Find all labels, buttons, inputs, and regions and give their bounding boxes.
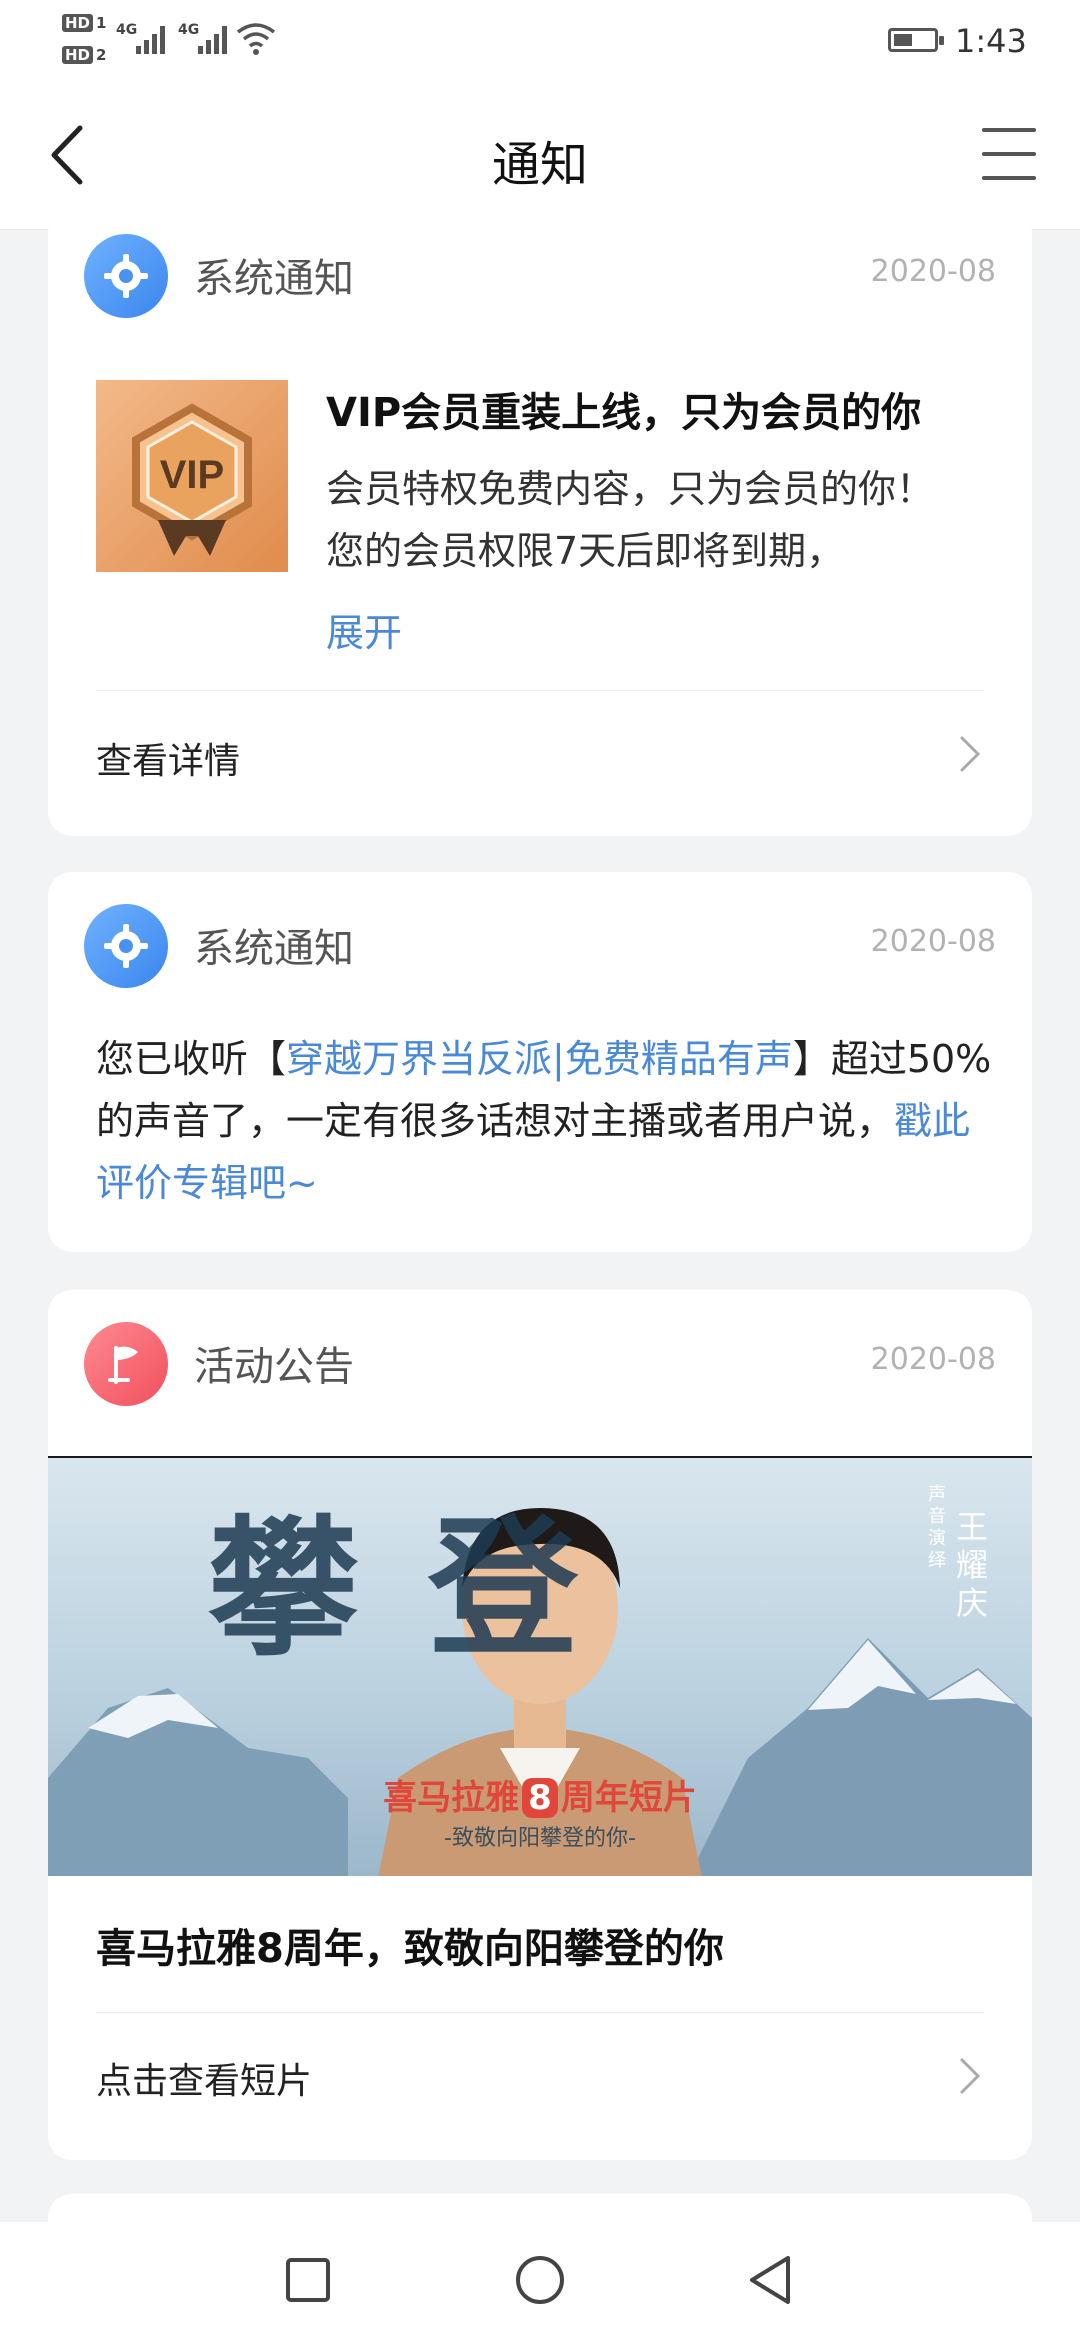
divider <box>96 690 984 691</box>
flag-icon <box>84 1322 168 1406</box>
notification-date: 2020-08 <box>870 924 996 959</box>
notification-title: VIP会员重装上线，只为会员的你 <box>326 390 922 436</box>
card-header: 系统通知 2020-08 <box>84 210 996 318</box>
category-name: 系统通知 <box>194 256 354 302</box>
network-type-1: 4G <box>116 22 138 38</box>
watch-video-link[interactable]: 点击查看短片 <box>96 2052 312 2104</box>
vip-badge-text: VIP <box>160 453 224 497</box>
recent-apps-icon[interactable] <box>280 2252 336 2308</box>
body-text-prefix: 您已收听【 <box>96 1037 287 1081</box>
vip-badge-image: VIP <box>96 380 288 572</box>
notification-date: 2020-08 <box>870 254 996 289</box>
chevron-right-icon[interactable] <box>958 734 984 774</box>
gear-icon <box>84 234 168 318</box>
divider <box>96 2012 984 2013</box>
signal-icon-1 <box>136 24 170 54</box>
promo-banner-image[interactable]: 攀登 声音演绎 王耀庆 喜马拉雅 8 周年短片 -致敬向阳攀登的你- <box>48 1456 1032 1876</box>
activity-card[interactable]: 活动公告 2020-08 攀登 声音演绎 王耀庆 喜马拉雅 8 周年短片 -致敬向阳… <box>48 1290 1032 2160</box>
album-link[interactable]: 穿越万界当反派|免费精品有声 <box>286 1037 793 1081</box>
notification-desc: 会员特权免费内容，只为会员的你！您的会员权限7天后即将到期， <box>326 467 935 573</box>
category-name: 系统通知 <box>194 926 354 972</box>
notification-body: 您已收听【穿越万界当反派|免费精品有声】超过50%的声音了，一定有很多话想对主播… <box>96 1028 996 1214</box>
status-bar: HD 1 HD 2 4G 4G 1:43 <box>0 0 1080 90</box>
chevron-right-icon[interactable] <box>958 2056 984 2096</box>
card-header: 活动公告 2020-08 <box>84 1290 996 1406</box>
notification-card-vip[interactable]: 系统通知 2020-08 VIP VIP会员重装上线，只为会员的你 会员特权免费… <box>48 210 1032 836</box>
home-icon[interactable] <box>512 2252 568 2308</box>
system-navigation-bar <box>0 2222 1080 2340</box>
banner-side-label: 声音演绎 <box>928 1484 946 1571</box>
notification-date: 2020-08 <box>870 1342 996 1377</box>
expand-link[interactable]: 展开 <box>326 602 402 657</box>
clock: 1:43 <box>955 22 1027 60</box>
banner-performer-name: 王耀庆 <box>956 1508 989 1622</box>
banner-calligraphy: 攀登 <box>208 1501 649 1677</box>
hd2-indicator: HD 2 <box>62 44 109 65</box>
page-title: 通知 <box>491 137 588 193</box>
banner-tagline: -致敬向阳攀登的你- <box>444 1826 636 1851</box>
notification-card-listen[interactable]: 系统通知 2020-08 您已收听【穿越万界当反派|免费精品有声】超过50%的声… <box>48 872 1032 1252</box>
card-header: 系统通知 2020-08 <box>84 872 996 988</box>
gear-icon <box>84 904 168 988</box>
back-nav-icon[interactable] <box>742 2252 798 2308</box>
banner-subtitle: 喜马拉雅 8 周年短片 <box>383 1778 697 1818</box>
battery-icon <box>888 28 944 52</box>
hd1-indicator: HD 1 <box>62 12 109 33</box>
category-name: 活动公告 <box>194 1344 354 1390</box>
wifi-icon <box>236 23 276 55</box>
menu-icon[interactable] <box>978 126 1040 184</box>
top-nav-bar: 通知 <box>0 90 1080 230</box>
network-type-2: 4G <box>178 22 200 38</box>
activity-title: 喜马拉雅8周年，致敬向阳攀登的你 <box>96 1926 724 1972</box>
signal-icon-2 <box>198 24 232 54</box>
view-details-link[interactable]: 查看详情 <box>96 732 240 784</box>
